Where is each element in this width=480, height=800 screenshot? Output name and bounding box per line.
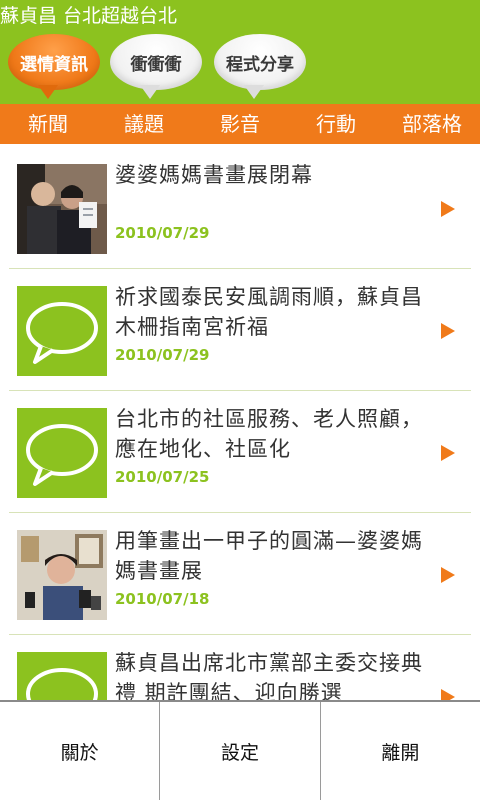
list-item[interactable]: 台北市的社區服務、老人照顧，應在地化、社區化 2010/07/25: [9, 392, 471, 513]
list-item[interactable]: 用筆畫出一甲子的圓滿—婆婆媽媽書畫展 2010/07/18: [9, 514, 471, 635]
settings-menu-item[interactable]: 設定: [160, 702, 321, 800]
tab-election-info[interactable]: 選情資訊: [8, 34, 100, 99]
news-title: 蘇貞昌出席北市黨部主委交接典禮 期許團結、迎向勝選: [115, 651, 423, 700]
news-photo: [17, 530, 107, 620]
category-blog[interactable]: 部落格: [384, 104, 480, 144]
about-menu-item[interactable]: 關於: [0, 702, 161, 800]
options-menu: 關於 設定 離開: [0, 700, 480, 800]
chevron-right-icon: [441, 201, 455, 217]
list-item[interactable]: 祈求國泰民安風調雨順，蘇貞昌木柵指南宮祈福 2010/07/29: [9, 270, 471, 391]
news-date: 2010/07/18: [115, 590, 210, 608]
category-issues[interactable]: 議題: [96, 104, 192, 144]
news-title: 台北市的社區服務、老人照顧，應在地化、社區化: [115, 407, 423, 461]
category-video[interactable]: 影音: [192, 104, 288, 144]
tab-label: 程式分享: [226, 54, 294, 75]
tab-tail: [244, 85, 264, 99]
chevron-right-icon: [441, 689, 455, 700]
tab-label: 衝衝衝: [130, 54, 182, 75]
top-tabs: 選情資訊 衝衝衝 程式分享: [0, 30, 480, 104]
speech-bubble-icon: [17, 408, 107, 498]
tab-tail: [140, 85, 160, 99]
chevron-right-icon: [441, 445, 455, 461]
tab-app-share[interactable]: 程式分享: [214, 34, 306, 99]
news-title: 祈求國泰民安風調雨順，蘇貞昌木柵指南宮祈福: [115, 285, 423, 339]
tab-tail: [38, 85, 58, 99]
speech-bubble-icon: [17, 286, 107, 376]
news-photo: [17, 164, 107, 254]
exit-menu-item[interactable]: 離開: [321, 702, 480, 800]
news-date: 2010/07/29: [115, 224, 210, 242]
list-item[interactable]: 蘇貞昌出席北市黨部主委交接典禮 期許團結、迎向勝選: [9, 636, 471, 700]
chevron-right-icon: [441, 323, 455, 339]
news-title: 婆婆媽媽書畫展閉幕: [115, 163, 313, 187]
news-date: 2010/07/25: [115, 468, 210, 486]
list-item[interactable]: 婆婆媽媽書畫展閉幕 2010/07/29: [9, 148, 471, 269]
category-bar: 新聞 議題 影音 行動 部落格: [0, 104, 480, 144]
category-news[interactable]: 新聞: [0, 104, 96, 144]
category-action[interactable]: 行動: [288, 104, 384, 144]
news-title: 用筆畫出一甲子的圓滿—婆婆媽媽書畫展: [115, 529, 423, 583]
tab-charge[interactable]: 衝衝衝: [110, 34, 202, 99]
tab-label: 選情資訊: [20, 54, 88, 75]
speech-bubble-icon: [17, 652, 107, 700]
news-list: 婆婆媽媽書畫展閉幕 2010/07/29 祈求國泰民安風調雨順，蘇貞昌木柵指南宮…: [0, 148, 480, 700]
chevron-right-icon: [441, 567, 455, 583]
app-title: 蘇貞昌 台北超越台北: [0, 5, 178, 27]
app-header: 蘇貞昌 台北超越台北 選情資訊 衝衝衝 程式分享: [0, 0, 480, 104]
news-date: 2010/07/29: [115, 346, 210, 364]
